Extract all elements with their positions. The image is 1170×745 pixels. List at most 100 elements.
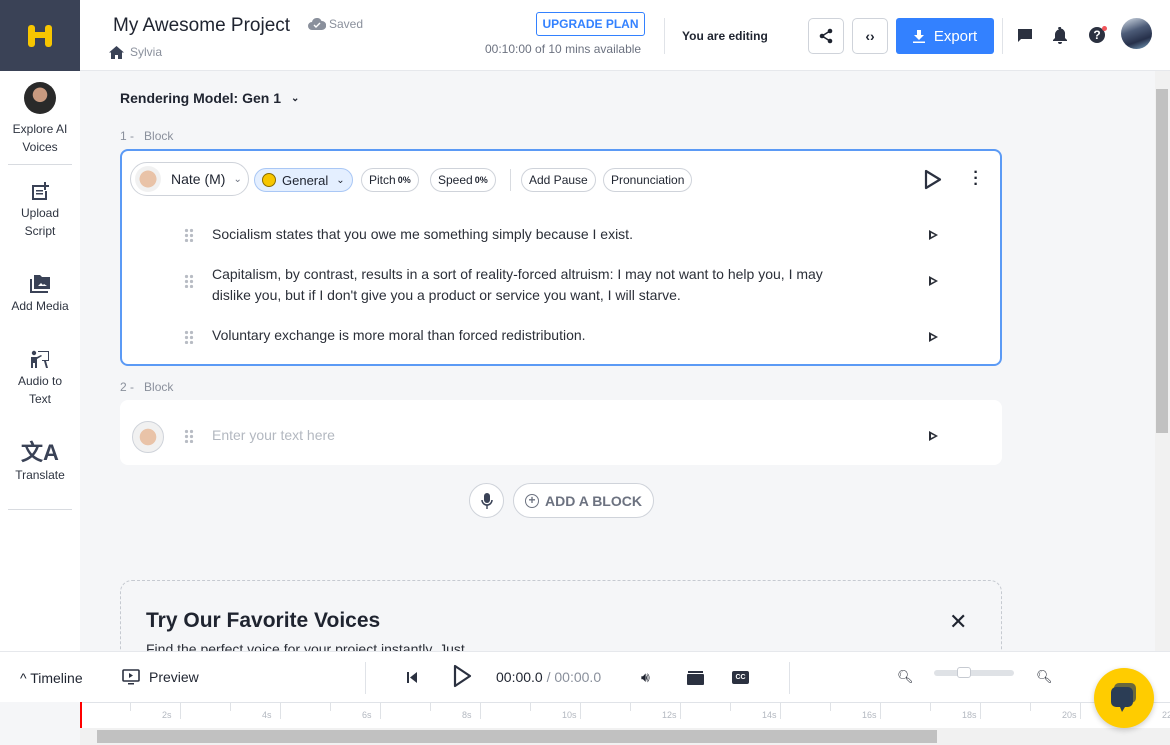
- drag-handle-icon[interactable]: [184, 429, 194, 443]
- clapperboard-icon[interactable]: [687, 671, 704, 685]
- more-options-icon[interactable]: · · ·: [970, 165, 982, 193]
- block-2-label: 2 - Block: [120, 380, 174, 394]
- block-1-label: 1 - Block: [120, 129, 174, 143]
- horizontal-scrollbar[interactable]: [80, 728, 1170, 745]
- zoom-slider[interactable]: [934, 667, 1014, 678]
- zoom-out-icon[interactable]: 🔍︎: [897, 669, 914, 685]
- speed-button[interactable]: Speed 0%: [430, 168, 496, 192]
- ruler-tick: [130, 703, 131, 711]
- ruler-tick: [980, 703, 981, 719]
- volume-icon[interactable]: 🔊︎: [641, 669, 650, 686]
- ruler-label: 2s: [162, 710, 172, 720]
- sidebar-item-label: Upload Script: [20, 206, 60, 238]
- notifications-bell-icon[interactable]: [1053, 27, 1067, 44]
- sentence-text[interactable]: Capitalism, by contrast, results in a so…: [212, 264, 837, 306]
- sentence-text[interactable]: Voluntary exchange is more moral than fo…: [212, 325, 586, 346]
- divider: [664, 18, 665, 54]
- sidebar-item-upload-script[interactable]: Upload Script: [0, 182, 80, 240]
- emoji-smile-icon: [262, 173, 276, 187]
- style-label: General: [282, 172, 329, 188]
- skip-back-icon[interactable]: [407, 672, 417, 683]
- ruler-tick: [780, 703, 781, 719]
- ruler-label: 14s: [762, 710, 777, 720]
- play-sentence-icon[interactable]: [929, 332, 938, 342]
- divider: [8, 509, 72, 510]
- ruler-label: 22: [1162, 710, 1170, 720]
- chevron-down-icon: ⌄: [291, 92, 300, 104]
- share-icon: [819, 28, 833, 44]
- ruler-label: 10s: [562, 710, 577, 720]
- pitch-button[interactable]: Pitch 0%: [361, 168, 419, 192]
- drag-handle-icon[interactable]: [184, 274, 194, 288]
- player-bar: ^ Timeline Preview 00:00.0 / 00:00.0 🔊︎ …: [0, 651, 1170, 702]
- divider: [789, 662, 790, 694]
- add-block-button[interactable]: + ADD A BLOCK: [513, 483, 654, 518]
- play-sentence-icon[interactable]: [929, 431, 938, 441]
- sentence-text[interactable]: Socialism states that you owe me somethi…: [212, 224, 633, 245]
- speed-value: 0%: [474, 175, 488, 185]
- download-icon: [912, 29, 925, 43]
- ruler-label: 6s: [362, 710, 372, 720]
- ruler-label: 8s: [462, 710, 472, 720]
- play-icon[interactable]: [453, 664, 473, 688]
- rendering-model-dropdown[interactable]: Rendering Model: Gen 1 ⌄: [120, 90, 299, 106]
- chevron-down-icon: ⌄: [233, 173, 242, 185]
- drag-handle-icon[interactable]: [184, 330, 194, 344]
- timeline-toggle[interactable]: ^ Timeline: [20, 670, 83, 686]
- sidebar-item-label: Audio to Text: [17, 374, 63, 406]
- sidebar-item-translate[interactable]: 文A Translate: [0, 440, 80, 484]
- playhead[interactable]: [80, 702, 82, 728]
- ruler-tick: [830, 703, 831, 711]
- zoom-in-icon[interactable]: 🔍︎: [1036, 669, 1053, 685]
- scrollbar-thumb[interactable]: [1156, 89, 1168, 433]
- voice-name: Nate (M): [171, 171, 226, 187]
- divider: [365, 662, 366, 694]
- sidebar-item-label: Explore AI Voices: [12, 122, 68, 154]
- upgrade-plan-button[interactable]: UPGRADE PLAN: [536, 12, 645, 36]
- drag-handle-icon[interactable]: [184, 228, 194, 242]
- presenter-icon: [31, 350, 49, 368]
- sidebar-item-label: Add Media: [11, 299, 69, 313]
- ruler-tick: [280, 703, 281, 719]
- ruler-tick: [230, 703, 231, 711]
- captions-icon[interactable]: CC: [732, 671, 749, 684]
- zoom-slider-handle[interactable]: [957, 667, 972, 678]
- notification-dot: [1102, 26, 1107, 31]
- chat-support-button[interactable]: [1094, 668, 1154, 728]
- style-selector[interactable]: General ⌄: [254, 168, 353, 192]
- voice-avatar: [135, 166, 161, 192]
- ruler-tick: [630, 703, 631, 711]
- preview-button[interactable]: Preview: [122, 669, 199, 685]
- embed-code-button[interactable]: ‹›: [852, 18, 888, 54]
- breadcrumb[interactable]: Sylvia: [109, 45, 162, 59]
- play-sentence-icon[interactable]: [929, 230, 938, 240]
- plus-circle-icon: +: [525, 493, 540, 508]
- user-avatar[interactable]: [1121, 18, 1152, 49]
- app-logo[interactable]: [0, 0, 80, 71]
- add-pause-button[interactable]: Add Pause: [521, 168, 596, 192]
- voice-avatar[interactable]: [132, 421, 164, 453]
- close-icon[interactable]: ✕: [949, 609, 967, 635]
- export-button[interactable]: Export: [896, 18, 994, 54]
- voice-selector[interactable]: Nate (M) ⌄: [130, 162, 249, 196]
- text-input[interactable]: Enter your text here: [212, 425, 335, 446]
- record-button[interactable]: [469, 483, 504, 518]
- scrollbar-thumb[interactable]: [97, 730, 937, 743]
- home-icon: [109, 45, 124, 59]
- pronunciation-button[interactable]: Pronunciation: [603, 168, 693, 192]
- timeline-ruler[interactable]: 2s 4s 6s 8s 10s 12s 14s 16s 18s 20s 22: [80, 702, 1170, 728]
- share-button[interactable]: [808, 18, 844, 54]
- comments-icon[interactable]: [1018, 29, 1032, 43]
- ruler-tick: [1030, 703, 1031, 711]
- sidebar-item-explore-ai-voices[interactable]: Explore AI Voices: [0, 82, 80, 156]
- sidebar-item-label: Translate: [15, 468, 65, 482]
- ruler-tick: [430, 703, 431, 711]
- divider: [510, 169, 511, 191]
- play-sentence-icon[interactable]: [929, 276, 938, 286]
- sidebar-item-add-media[interactable]: Add Media: [0, 275, 80, 315]
- ruler-tick: [880, 703, 881, 719]
- sidebar-item-audio-to-text[interactable]: Audio to Text: [0, 350, 80, 408]
- project-title[interactable]: My Awesome Project: [113, 15, 290, 37]
- vertical-scrollbar[interactable]: [1155, 71, 1170, 651]
- play-block-icon[interactable]: [924, 169, 942, 190]
